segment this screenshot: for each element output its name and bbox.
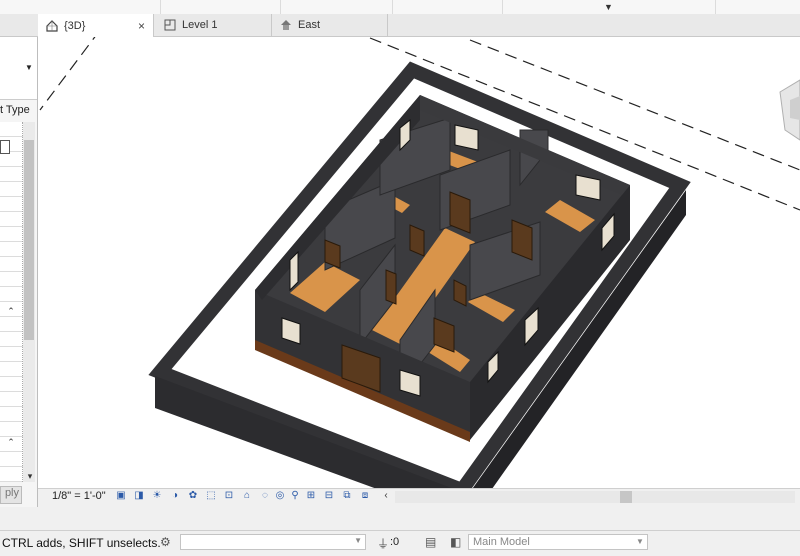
render-icon[interactable]: ✿ <box>187 490 199 502</box>
ribbon-divider <box>160 0 161 14</box>
ribbon-divider <box>715 0 716 14</box>
house-3d-icon <box>46 19 58 32</box>
shadows-icon[interactable]: ◑ <box>169 490 181 502</box>
ribbon-strip: ▼ <box>0 0 800 15</box>
horizontal-scrollbar[interactable] <box>395 491 795 503</box>
ribbon-divider <box>392 0 393 14</box>
editable-only-icon[interactable]: ▤ <box>425 535 436 549</box>
ribbon-dropdown-icon[interactable]: ▼ <box>604 2 613 12</box>
filter-icon[interactable]: ⏚ <box>377 535 389 552</box>
tab-level-1[interactable]: Level 1 <box>156 14 272 36</box>
selection-count: :0 <box>390 536 400 548</box>
sun-path-icon[interactable]: ☀ <box>151 490 163 502</box>
type-selector[interactable]: ▼ <box>0 37 37 100</box>
apply-button[interactable]: ply <box>0 486 22 504</box>
floor-plan-icon <box>164 19 176 31</box>
reveal-hidden-icon[interactable]: ◎ <box>274 490 286 502</box>
scroll-left-icon[interactable]: ‹ <box>380 490 392 502</box>
collapse-icon[interactable]: ⌃ <box>5 305 17 317</box>
tab-label: East <box>298 19 321 31</box>
design-option-dropdown[interactable]: Main Model <box>468 534 648 550</box>
worksets-icon[interactable]: ⚙ <box>160 535 171 549</box>
section-line <box>39 37 96 111</box>
detail-level-icon[interactable]: ▣ <box>115 490 127 502</box>
3d-viewport[interactable] <box>38 37 800 488</box>
close-icon[interactable]: × <box>138 19 145 33</box>
bulb-icon[interactable]: ⚲ <box>289 490 301 502</box>
constraints-icon[interactable]: ⧉ <box>341 490 353 502</box>
tab-3d-view[interactable]: {3D} × <box>38 14 154 37</box>
elevation-icon <box>281 20 291 30</box>
scroll-down-icon[interactable]: ▾ <box>24 470 36 482</box>
properties-grid[interactable] <box>0 122 23 482</box>
ribbon-divider <box>280 0 281 14</box>
temporary-view-icon[interactable]: ⧈ <box>359 490 371 502</box>
chevron-down-icon[interactable]: ▼ <box>636 537 644 546</box>
highlight-icon[interactable]: ⊟ <box>323 490 335 502</box>
tab-east[interactable]: East <box>272 14 388 36</box>
view-cube[interactable] <box>779 79 800 141</box>
visual-style-icon[interactable]: ◨ <box>133 490 145 502</box>
building-model[interactable] <box>38 37 800 488</box>
show-crop-icon[interactable]: ⊡ <box>223 490 235 502</box>
tab-label: Level 1 <box>182 19 218 31</box>
type-label: t Type <box>0 104 30 116</box>
view-scale[interactable]: 1/8" = 1'-0" <box>52 490 106 502</box>
checkbox[interactable] <box>0 140 10 154</box>
lock-view-icon[interactable]: ⌂ <box>241 490 253 502</box>
temporary-hide-icon[interactable]: ◌ <box>259 490 271 502</box>
status-message: CTRL adds, SHIFT unselects. <box>2 536 161 550</box>
crop-view-icon[interactable]: ⬚ <box>205 490 217 502</box>
view-tab-bar: {3D} × Level 1 East <box>0 14 800 37</box>
workset-dropdown[interactable]: ▼ <box>180 534 366 550</box>
chevron-down-icon[interactable]: ▼ <box>25 63 33 72</box>
scrollbar-thumb[interactable] <box>620 491 632 503</box>
chevron-down-icon[interactable]: ▼ <box>354 536 362 545</box>
design-options-icon[interactable]: ◧ <box>450 535 461 549</box>
collapse-icon[interactable]: ⌃ <box>5 436 17 448</box>
analytical-model-icon[interactable]: ⊞ <box>305 490 317 502</box>
scrollbar-thumb[interactable] <box>24 140 34 340</box>
ribbon-divider <box>502 0 503 14</box>
tab-label: {3D} <box>64 19 86 32</box>
